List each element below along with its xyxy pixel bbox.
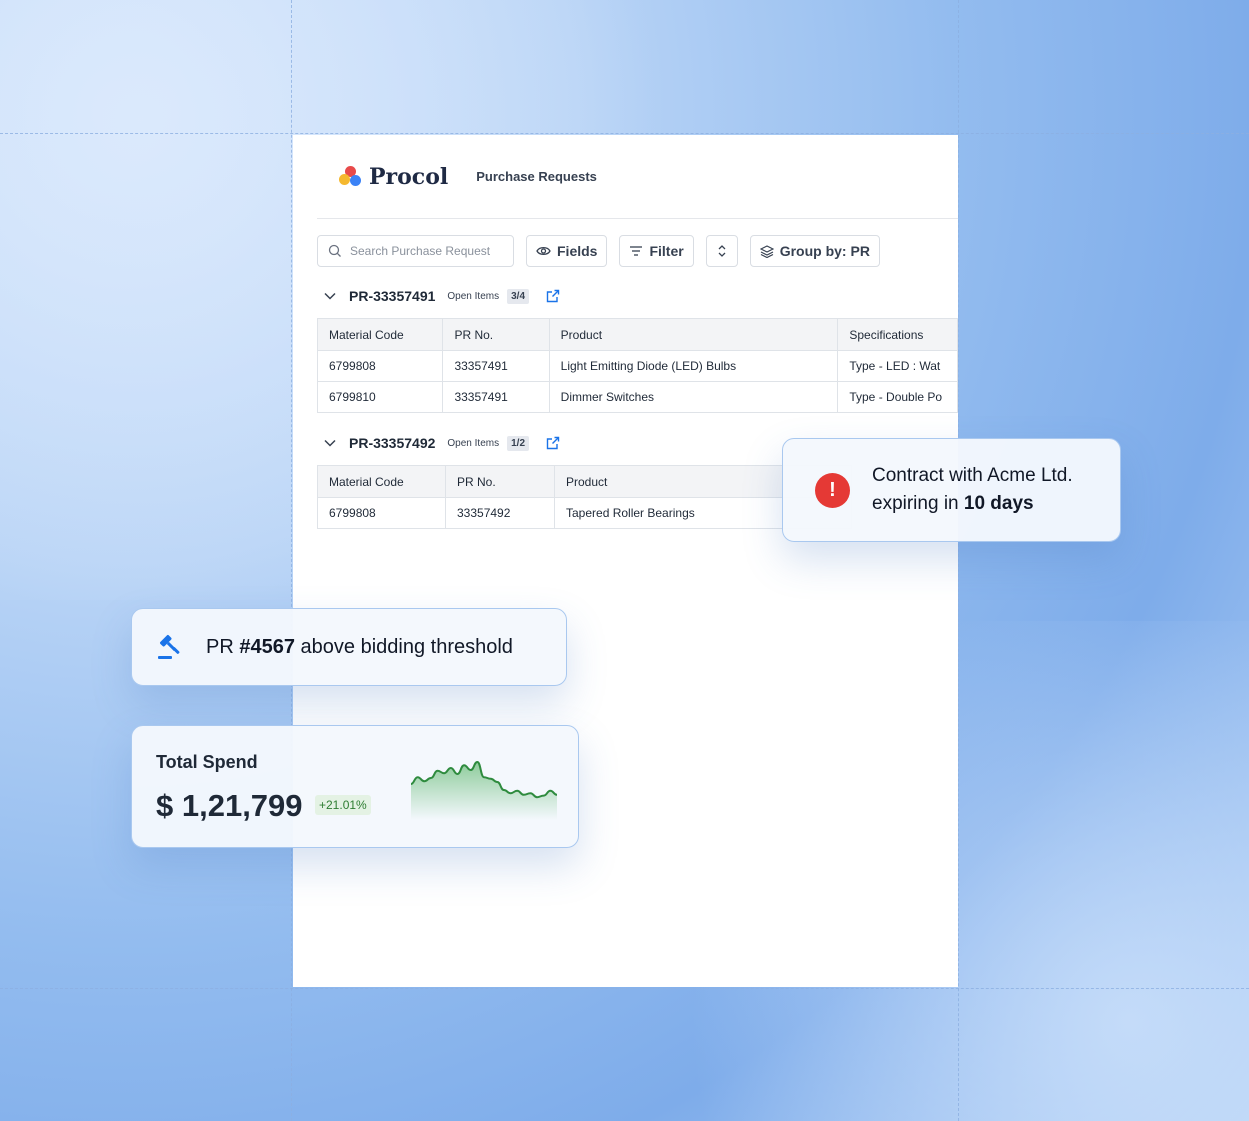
table-row[interactable]: 6799808 33357492 Tapered Roller Bearings <box>317 497 852 529</box>
pr-table: Material Code PR No. Product 6799808 333… <box>317 465 852 529</box>
search-box[interactable] <box>317 235 514 267</box>
gavel-icon <box>158 635 180 659</box>
table-header-row: Material Code PR No. Product <box>317 465 852 498</box>
open-items-count: 3/4 <box>507 288 530 304</box>
contract-expiry-card[interactable]: ! Contract with Acme Ltd. expiring in 10… <box>782 438 1121 542</box>
table-cell: Type - LED : Wat <box>837 350 958 382</box>
spend-value: $ 1,21,799 <box>156 788 303 823</box>
contract-line: expiring in 10 days <box>872 490 1073 518</box>
column-header[interactable]: PR No. <box>442 318 550 351</box>
group-by-button[interactable]: Group by: PR <box>749 235 880 267</box>
guide-line <box>0 133 1249 134</box>
procol-logo-icon <box>339 165 363 189</box>
expiry-days: 10 days <box>963 493 1034 514</box>
panel-header: Procol Purchase Requests <box>317 135 958 219</box>
filter-label: Filter <box>649 243 684 259</box>
table-cell: 33357491 <box>442 350 550 382</box>
guide-line <box>0 988 1249 989</box>
table-header-row: Material Code PR No. Product Specificati… <box>316 318 958 351</box>
table-cell: 6799808 <box>316 350 444 382</box>
external-link-icon[interactable] <box>545 288 561 304</box>
logo-text: Procol <box>369 163 449 190</box>
column-header[interactable]: Material Code <box>316 318 444 351</box>
pr-id: PR-33357491 <box>349 288 436 304</box>
column-header[interactable]: Material Code <box>317 465 446 498</box>
table-cell: 33357492 <box>445 497 555 529</box>
fields-label: Fields <box>557 243 598 259</box>
bid-prefix: PR <box>206 635 240 658</box>
eye-icon <box>536 246 551 256</box>
chevron-down-icon[interactable] <box>323 436 337 450</box>
total-spend-card[interactable]: Total Spend $ 1,21,799 +21.01% <box>131 725 579 848</box>
filter-button[interactable]: Filter <box>619 235 694 267</box>
open-items-label: Open Items <box>447 290 500 302</box>
table-cell: 6799810 <box>316 381 444 413</box>
bidding-threshold-card[interactable]: PR #4567 above bidding threshold <box>131 608 567 686</box>
table-cell: Light Emitting Diode (LED) Bulbs <box>548 350 839 382</box>
guide-line <box>291 0 292 1121</box>
filter-icon <box>630 246 643 256</box>
open-items-count: 1/2 <box>507 435 530 451</box>
pr-group-header: PR-33357491 Open Items 3/4 <box>323 288 561 304</box>
chevron-down-icon[interactable] <box>323 289 337 303</box>
sort-button[interactable] <box>705 235 738 267</box>
pr-table: Material Code PR No. Product Specificati… <box>316 318 958 413</box>
toolbar: Fields Filter Group by: PR <box>317 235 880 267</box>
open-items-label: Open Items <box>447 437 500 449</box>
group-by-label: Group by: PR <box>779 243 870 259</box>
page-title: Purchase Requests <box>476 169 597 184</box>
table-row[interactable]: 6799810 33357491 Dimmer Switches Type - … <box>316 381 958 413</box>
external-link-icon[interactable] <box>545 435 561 451</box>
spend-sparkline <box>410 760 558 820</box>
bid-suffix: above bidding threshold <box>294 635 513 658</box>
pr-group-header: PR-33357492 Open Items 1/2 <box>323 435 561 451</box>
contract-line: Contract with Acme Ltd. <box>872 465 1073 486</box>
search-icon <box>328 244 341 257</box>
table-cell: 33357491 <box>442 381 550 413</box>
sparkline-area <box>411 762 557 820</box>
column-header[interactable]: Product <box>548 318 839 351</box>
expiry-prefix: expiring in <box>872 493 964 514</box>
procol-logo[interactable]: Procol <box>339 164 448 190</box>
sort-icon <box>718 245 726 257</box>
column-header[interactable]: Specifications <box>837 318 958 351</box>
column-header[interactable]: PR No. <box>445 465 555 498</box>
alert-icon: ! <box>815 472 850 508</box>
spend-label: Total Spend <box>156 752 258 772</box>
layers-icon <box>759 244 774 258</box>
fields-button[interactable]: Fields <box>526 235 608 267</box>
table-cell: Type - Double Po <box>837 381 958 413</box>
contract-expiry-text: Contract with Acme Ltd. expiring in 10 d… <box>872 462 1073 518</box>
bidding-threshold-text: PR #4567 above bidding threshold <box>206 636 513 659</box>
purchase-requests-panel: Procol Purchase Requests Fields Filter G… <box>293 135 958 987</box>
pr-id: PR-33357492 <box>349 435 436 451</box>
search-input[interactable] <box>350 244 500 258</box>
pr-number: #4567 <box>239 635 295 658</box>
table-cell: Dimmer Switches <box>548 381 839 413</box>
spend-change-badge: +21.01% <box>315 795 371 815</box>
table-row[interactable]: 6799808 33357491 Light Emitting Diode (L… <box>316 350 958 382</box>
table-cell: 6799808 <box>317 497 446 529</box>
guide-line <box>958 0 959 1121</box>
